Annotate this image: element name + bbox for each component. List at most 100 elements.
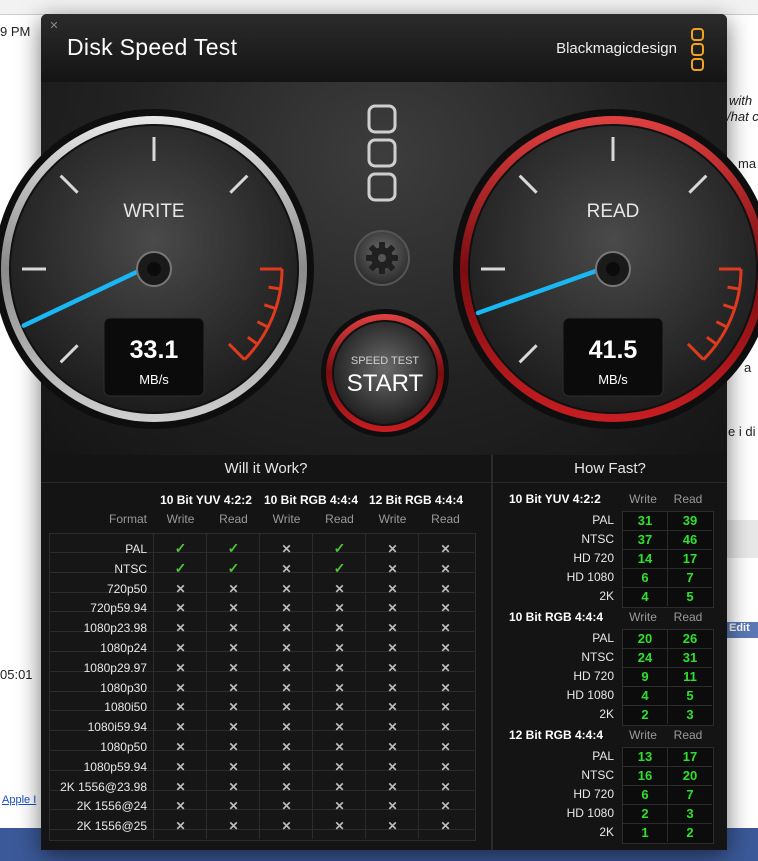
x-mark-icon: ✕ (334, 601, 345, 616)
x-mark-icon: ✕ (175, 799, 186, 814)
how-fast-read-value: 7 (686, 570, 694, 585)
background-top-bar (0, 0, 758, 15)
background-snippet-with: with (729, 93, 753, 108)
x-mark-icon: ✕ (228, 680, 239, 695)
how-fast-read-header: Read (673, 610, 703, 624)
will-it-work-format-header: Format (108, 512, 147, 526)
x-mark-icon: ✕ (281, 601, 292, 616)
x-mark-icon: ✕ (175, 660, 186, 675)
write-speed-value: 33.1 (129, 336, 179, 364)
x-mark-icon: ✕ (440, 700, 451, 715)
background-edit-button[interactable]: Edit (727, 622, 758, 638)
x-mark-icon: ✕ (334, 740, 345, 754)
will-it-work-format-label: NTSC (114, 561, 147, 576)
will-it-work-write-header: Write (166, 512, 195, 526)
how-fast-panel: How Fast? 10 Bit YUV 4:2:2 Write Read PAL 31… (493, 455, 727, 850)
x-mark-icon: ✕ (228, 759, 239, 774)
x-mark-icon: ✕ (175, 680, 186, 695)
will-it-work-write-header: Write (378, 512, 407, 526)
read-speed-value: 41.5 (588, 336, 638, 364)
how-fast-row-divider (622, 568, 712, 569)
x-mark-icon: ✕ (334, 680, 345, 695)
will-it-work-format-label: 1080i59.94 (87, 720, 147, 735)
checkmark-icon: ✓ (227, 540, 240, 556)
disk-speed-test-window: ✕ Disk Speed Test Blackmagicdesign WRITE… (0, 14, 758, 850)
x-mark-icon: ✕ (175, 720, 186, 735)
x-mark-icon: ✕ (281, 660, 292, 675)
x-mark-icon: ✕ (440, 740, 451, 754)
x-mark-icon: ✕ (281, 779, 292, 794)
x-mark-icon: ✕ (281, 740, 292, 754)
background-snippet-ma: ma (738, 156, 757, 171)
how-fast-row-divider (622, 667, 712, 668)
x-mark-icon: ✕ (228, 641, 239, 655)
start-button-label[interactable]: START (335, 370, 435, 398)
x-mark-icon: ✕ (281, 621, 292, 636)
start-button-small-label[interactable]: SPEED TEST (335, 355, 435, 367)
will-it-work-format-label: 1080p30 (100, 680, 147, 695)
will-it-work-format-label: 720p50 (106, 581, 147, 596)
x-mark-icon: ✕ (175, 819, 186, 834)
how-fast-read-value: 5 (686, 589, 694, 604)
x-mark-icon: ✕ (440, 542, 451, 556)
x-mark-icon: ✕ (440, 621, 451, 636)
checkmark-icon: ✓ (174, 540, 187, 556)
will-it-work-format-label: 720p59.94 (90, 601, 147, 616)
x-mark-icon: ✕ (281, 680, 292, 695)
how-fast-format-label: HD 1080 (566, 688, 614, 702)
x-mark-icon: ✕ (228, 720, 239, 735)
x-mark-icon: ✕ (334, 720, 345, 735)
how-fast-read-header: Read (673, 492, 703, 506)
how-fast-write-header: Write (629, 728, 657, 742)
x-mark-icon: ✕ (281, 759, 292, 774)
write-red-tick (268, 285, 281, 291)
x-mark-icon: ✕ (228, 601, 239, 616)
settings-gear-button[interactable] (354, 230, 410, 286)
x-mark-icon: ✕ (175, 779, 186, 794)
will-it-work-group-header: 10 Bit RGB 4:4:4 (263, 493, 359, 507)
x-mark-icon: ✕ (281, 700, 292, 715)
x-mark-icon: ✕ (334, 819, 345, 834)
how-fast-write-value: 24 (637, 650, 653, 665)
how-fast-read-header: Read (673, 728, 703, 742)
how-fast-row-divider (622, 823, 712, 824)
x-mark-icon: ✕ (281, 542, 292, 556)
x-mark-icon: ✕ (228, 581, 239, 596)
x-mark-icon: ✕ (440, 581, 451, 596)
x-mark-icon: ✕ (228, 700, 239, 715)
write-needle-hub-center (147, 262, 161, 276)
x-mark-icon: ✕ (334, 621, 345, 636)
x-mark-icon: ✕ (281, 799, 292, 814)
how-fast-read-value: 2 (686, 825, 694, 840)
write-speed-unit: MB/s (139, 372, 169, 387)
x-mark-icon: ✕ (387, 581, 398, 596)
x-mark-icon: ✕ (440, 641, 451, 655)
how-fast-read-value: 31 (682, 650, 698, 665)
will-it-work-format-label: 1080p24 (100, 641, 147, 655)
x-mark-icon: ✕ (281, 561, 292, 576)
x-mark-icon: ✕ (228, 799, 239, 814)
x-mark-icon: ✕ (228, 621, 239, 636)
how-fast-read-value: 46 (682, 532, 698, 547)
how-fast-read-value: 3 (686, 707, 694, 722)
how-fast-format-label: HD 720 (573, 787, 614, 801)
x-mark-icon: ✕ (387, 799, 398, 814)
how-fast-write-value: 4 (641, 589, 649, 604)
how-fast-format-label: NTSC (581, 650, 614, 664)
background-apple-link[interactable]: Apple I (2, 794, 36, 806)
x-mark-icon: ✕ (387, 680, 398, 695)
x-mark-icon: ✕ (334, 799, 345, 814)
how-fast-write-value: 2 (641, 806, 649, 821)
will-it-work-format-label: 2K 1556@24 (76, 799, 147, 814)
will-it-work-format-label: 1080p29.97 (83, 660, 147, 675)
x-mark-icon: ✕ (440, 601, 451, 616)
how-fast-format-label: PAL (592, 749, 614, 763)
will-it-work-format-label: PAL (125, 542, 147, 556)
how-fast-write-header: Write (629, 610, 657, 624)
background-snippet-ie: e i di (728, 424, 756, 439)
how-fast-format-label: NTSC (581, 532, 614, 546)
x-mark-icon: ✕ (334, 660, 345, 675)
how-fast-row-divider (622, 686, 712, 687)
how-fast-write-value: 6 (641, 787, 649, 802)
how-fast-row-divider (622, 587, 712, 588)
